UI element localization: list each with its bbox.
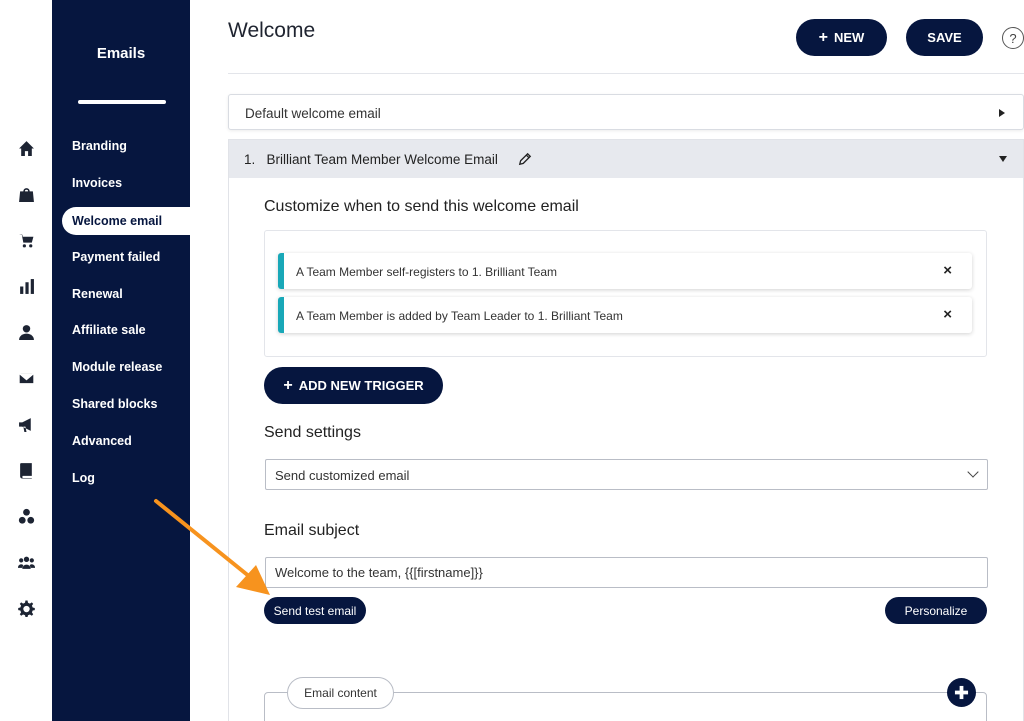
pencil-icon[interactable] — [518, 152, 532, 166]
cart-icon[interactable] — [17, 231, 35, 249]
page-title: Welcome — [228, 19, 316, 42]
sidebar-item-shared-blocks[interactable]: Shared blocks — [72, 397, 157, 411]
caret-down-icon — [999, 156, 1007, 162]
emails-sidebar: Emails Branding Invoices Welcome email P… — [52, 0, 192, 721]
sidebar-item-welcome-email[interactable]: Welcome email — [62, 207, 192, 235]
sidebar-item-log[interactable]: Log — [72, 471, 95, 485]
megaphone-icon[interactable] — [17, 415, 35, 433]
triggers-heading: Customize when to send this welcome emai… — [264, 198, 579, 215]
caret-right-icon — [999, 109, 1005, 117]
sidebar-item-advanced[interactable]: Advanced — [72, 434, 132, 448]
send-settings-select[interactable]: Send customized email — [265, 459, 988, 490]
new-button[interactable]: + NEW — [796, 19, 887, 56]
plus-icon: + — [818, 28, 828, 46]
save-button[interactable]: SAVE — [906, 19, 983, 56]
new-button-label: NEW — [834, 30, 865, 45]
mail-icon[interactable] — [17, 369, 35, 387]
close-icon[interactable]: × — [943, 262, 952, 279]
email-subject-input[interactable] — [265, 557, 988, 588]
add-new-trigger-button[interactable]: + ADD NEW TRIGGER — [264, 367, 443, 404]
gear-icon[interactable] — [17, 599, 35, 617]
triggers-box — [264, 230, 987, 357]
home-icon[interactable] — [17, 139, 35, 157]
bar-chart-icon[interactable] — [17, 277, 35, 295]
user-icon[interactable] — [17, 323, 35, 341]
personalize-button[interactable]: Personalize — [885, 597, 987, 624]
trigger-label: A Team Member self-registers to 1. Brill… — [296, 265, 557, 279]
team-welcome-email-accordion[interactable]: 1. Brilliant Team Member Welcome Email — [229, 140, 1023, 178]
icon-rail — [0, 0, 52, 721]
accordion-title: Default welcome email — [245, 106, 381, 121]
plus-icon: + — [283, 376, 293, 394]
send-settings-heading: Send settings — [264, 424, 361, 441]
default-welcome-email-accordion[interactable]: Default welcome email — [228, 94, 1024, 130]
sidebar-title-underline — [78, 100, 166, 104]
store-icon[interactable] — [17, 185, 35, 203]
sidebar-item-payment-failed[interactable]: Payment failed — [72, 250, 160, 264]
trigger-item: A Team Member self-registers to 1. Brill… — [278, 253, 972, 289]
book-icon[interactable] — [17, 461, 35, 479]
sidebar-item-renewal[interactable]: Renewal — [72, 287, 123, 301]
add-new-trigger-label: ADD NEW TRIGGER — [298, 378, 424, 393]
sidebar-item-invoices[interactable]: Invoices — [72, 176, 122, 190]
close-icon[interactable]: × — [943, 306, 952, 323]
group-icon[interactable] — [17, 553, 35, 571]
sidebar-item-branding[interactable]: Branding — [72, 139, 127, 153]
trigger-label: A Team Member is added by Team Leader to… — [296, 309, 623, 323]
send-settings-value: Send customized email — [275, 468, 410, 483]
trigger-item: A Team Member is added by Team Leader to… — [278, 297, 972, 333]
sidebar-title: Emails — [96, 45, 146, 62]
email-content-label: Email content — [287, 677, 394, 709]
help-icon[interactable]: ? — [1002, 27, 1024, 49]
sidebar-item-module-release[interactable]: Module release — [72, 360, 162, 374]
sidebar-item-affiliate-sale[interactable]: Affiliate sale — [72, 323, 146, 337]
plus-icon — [954, 685, 969, 700]
header-divider — [228, 73, 1024, 74]
accordion-title: 1. Brilliant Team Member Welcome Email — [244, 152, 498, 167]
add-content-button[interactable] — [947, 678, 976, 707]
chevron-down-icon — [967, 466, 979, 478]
orange-arrow-annotation — [154, 499, 270, 595]
circles-icon[interactable] — [17, 507, 35, 525]
